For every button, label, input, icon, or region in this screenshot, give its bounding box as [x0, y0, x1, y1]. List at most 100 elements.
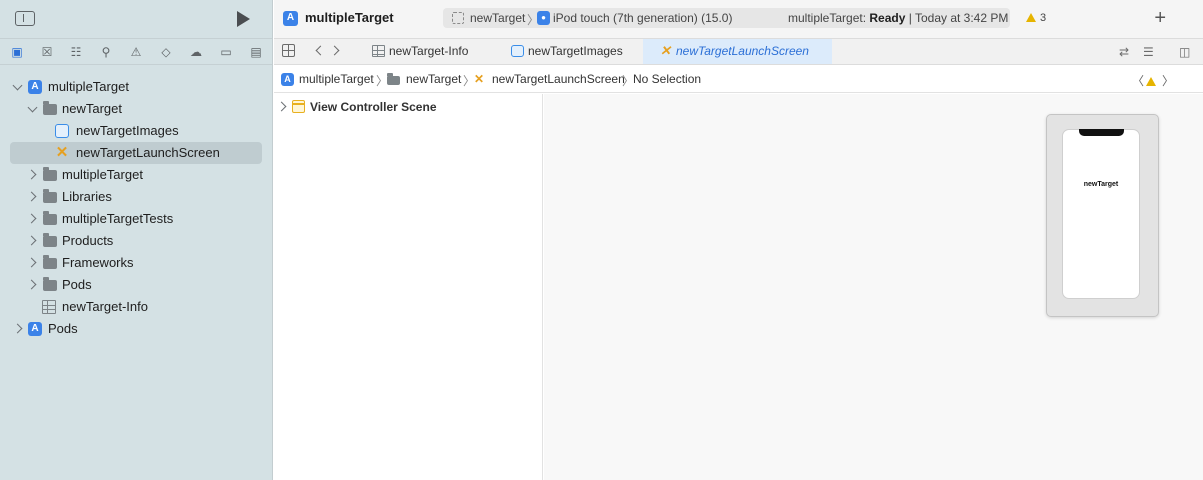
tree-item-pods-project[interactable]: A Pods: [0, 318, 272, 340]
asset-catalog-icon: [55, 124, 69, 138]
device-icon: ●: [537, 11, 550, 25]
chevron-right-icon[interactable]: [26, 191, 37, 202]
chevron-right-icon[interactable]: [26, 279, 37, 290]
storyboard-icon: ✕: [474, 72, 485, 86]
chevron-down-icon[interactable]: [27, 102, 38, 113]
chevron-right-icon[interactable]: [26, 235, 37, 246]
app-project-icon: A: [281, 73, 294, 86]
warning-icon: [1026, 13, 1036, 22]
find-navigator-icon[interactable]: ⚲: [98, 44, 114, 60]
sidebar-toggle-icon[interactable]: [15, 11, 35, 26]
project-tree: A multipleTarget newTarget newTargetImag…: [0, 76, 272, 340]
app-project-icon: A: [283, 11, 298, 26]
folder-icon: [387, 73, 400, 85]
project-title: multipleTarget: [305, 10, 394, 25]
tab-newTargetImages[interactable]: newTargetImages: [495, 39, 645, 64]
storyboard-icon: ✕: [55, 144, 69, 161]
tree-item-newTargetImages[interactable]: newTargetImages: [0, 120, 272, 142]
app-project-icon: A: [28, 80, 42, 94]
breadcrumb-item[interactable]: newTargetLaunchScreen: [492, 72, 625, 86]
tree-item-label: newTargetImages: [76, 123, 179, 138]
tree-item-newTargetLaunchScreen[interactable]: ✕ newTargetLaunchScreen: [10, 142, 262, 164]
tab-newTarget-Info[interactable]: newTarget-Info: [356, 39, 508, 64]
tree-item-label: multipleTarget: [62, 167, 143, 182]
editor-options-lines-icon[interactable]: ☰: [1143, 45, 1154, 59]
chevron-right-icon[interactable]: [26, 213, 37, 224]
back-arrow-icon[interactable]: [315, 45, 326, 56]
scheme-activity-bar[interactable]: newTarget 〉 ● iPod touch (7th generation…: [443, 8, 1010, 28]
chevron-right-icon[interactable]: [12, 323, 23, 334]
status-state: Ready: [869, 11, 906, 25]
tree-item-label: Frameworks: [62, 255, 134, 270]
breadcrumb-item[interactable]: multipleTarget: [299, 72, 374, 86]
test-navigator-icon[interactable]: ◇: [158, 44, 174, 60]
warnings-indicator[interactable]: 3: [1026, 12, 1046, 24]
target-scheme-icon: [452, 12, 464, 24]
tab-label: newTargetLaunchScreen: [676, 44, 809, 58]
device-screen[interactable]: newTarget: [1062, 129, 1140, 299]
split-editor-icon[interactable]: ◫: [1179, 45, 1190, 59]
breakpoint-navigator-icon[interactable]: ▭: [218, 44, 234, 60]
tree-item-pods-folder[interactable]: Pods: [0, 274, 272, 296]
tab-label: newTarget-Info: [389, 44, 469, 58]
swap-arrows-icon[interactable]: ⇄: [1119, 45, 1129, 59]
device-notch: [1079, 129, 1124, 136]
warnings-count: 3: [1040, 12, 1047, 24]
window-toolbar: A multipleTarget newTarget 〉 ● iPod touc…: [274, 0, 1203, 38]
folder-icon: [43, 167, 57, 181]
chevron-right-icon[interactable]: [26, 257, 37, 268]
scheme-target-label[interactable]: newTarget: [470, 11, 525, 25]
tree-item-label: multipleTargetTests: [62, 211, 174, 226]
breadcrumb: A multipleTarget 〉 newTarget 〉 ✕ newTarg…: [274, 65, 1203, 93]
folder-icon: [43, 101, 57, 115]
launch-screen-label[interactable]: newTarget: [1063, 181, 1139, 188]
related-items-grid-icon[interactable]: [282, 44, 295, 57]
interface-builder-canvas[interactable]: newTarget: [544, 94, 1203, 480]
tree-item-newTarget-folder[interactable]: newTarget: [0, 98, 272, 120]
chevron-right-icon[interactable]: [26, 169, 37, 180]
folder-icon: [43, 189, 57, 203]
tree-item-label: Pods: [62, 277, 92, 292]
tree-item-label: newTarget-Info: [62, 299, 148, 314]
folder-icon: [43, 211, 57, 225]
breadcrumb-item[interactable]: newTarget: [406, 72, 461, 86]
build-status: multipleTarget: Ready | Today at 3:42 PM: [788, 11, 1008, 25]
editor-options: ⇄ ☰ ◫: [1113, 39, 1203, 64]
run-destination-label[interactable]: iPod touch (7th generation) (15.0): [553, 11, 732, 25]
tree-item-label: Products: [62, 233, 114, 248]
chevron-right-icon[interactable]: [276, 101, 287, 112]
breadcrumb-item[interactable]: No Selection: [633, 72, 701, 86]
report-navigator-icon[interactable]: ▤: [248, 44, 264, 60]
tree-item-label: multipleTarget: [48, 79, 129, 94]
tree-item-multipleTarget-project[interactable]: A multipleTarget: [0, 76, 272, 98]
plist-icon: [372, 45, 385, 57]
tree-item-label: Libraries: [62, 189, 112, 204]
previous-issue-icon[interactable]: 〈: [1132, 72, 1144, 89]
device-frame[interactable]: newTarget: [1046, 114, 1159, 317]
scene-icon: [292, 100, 305, 113]
tree-item-multipleTargetTests[interactable]: multipleTargetTests: [0, 208, 272, 230]
outline-item-label: View Controller Scene: [310, 100, 437, 114]
forward-arrow-icon[interactable]: [329, 45, 340, 56]
tree-item-frameworks[interactable]: Frameworks: [0, 252, 272, 274]
warning-icon[interactable]: [1146, 74, 1160, 88]
issue-navigator-icon[interactable]: ⚠: [128, 44, 144, 60]
source-control-navigator-icon[interactable]: ☒: [39, 44, 55, 60]
tree-item-label: newTarget: [62, 101, 122, 116]
debug-navigator-icon[interactable]: ☁: [188, 44, 204, 60]
tab-newTargetLaunchScreen[interactable]: ✕ newTargetLaunchScreen: [643, 39, 832, 64]
tree-item-label: Pods: [48, 321, 78, 336]
tree-item-multipleTarget-folder[interactable]: multipleTarget: [0, 164, 272, 186]
project-navigator-folder-icon[interactable]: ▣: [9, 44, 25, 60]
add-library-button[interactable]: +: [1154, 7, 1166, 30]
chevron-down-icon[interactable]: [12, 80, 23, 91]
tree-item-newTarget-Info[interactable]: newTarget-Info: [0, 296, 272, 318]
app-project-icon: A: [28, 322, 42, 336]
plist-icon: [42, 300, 56, 314]
status-prefix: multipleTarget:: [788, 11, 870, 25]
run-button[interactable]: [237, 11, 250, 27]
tree-item-products[interactable]: Products: [0, 230, 272, 252]
symbol-navigator-icon[interactable]: ☷: [68, 44, 84, 60]
next-issue-icon[interactable]: 〉: [1162, 72, 1174, 89]
tree-item-libraries[interactable]: Libraries: [0, 186, 272, 208]
